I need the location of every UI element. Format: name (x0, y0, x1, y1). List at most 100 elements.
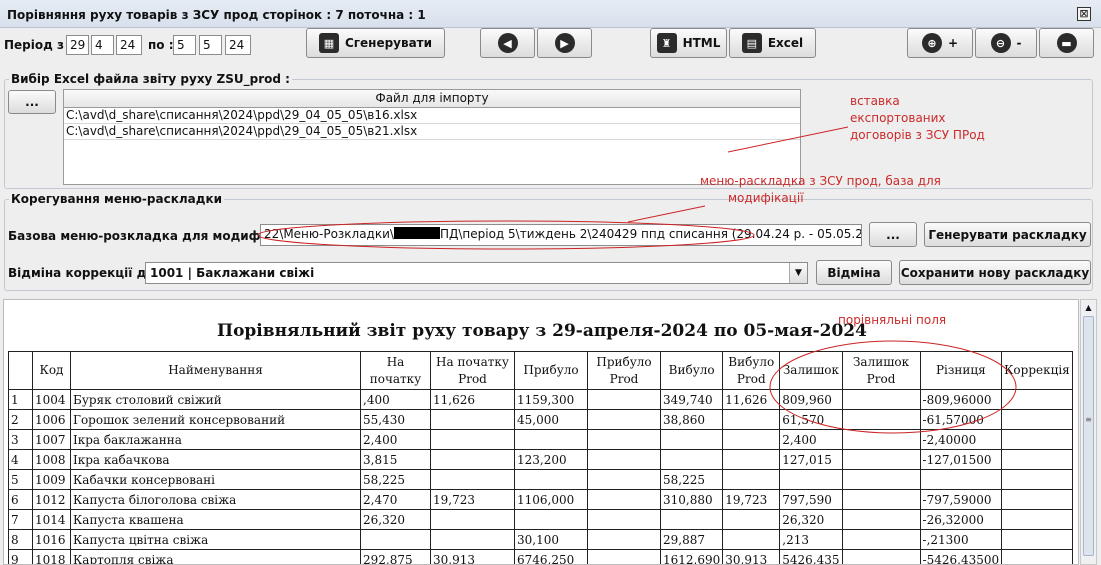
report-cell (722, 529, 781, 550)
report-column-header: Коррекція (1001, 351, 1073, 390)
title-bar: Порівняння руху товарів з ЗСУ прод сторі… (0, 0, 1101, 28)
report-cell: 1004 (32, 389, 71, 410)
redacted-block (393, 227, 440, 239)
period-to-month[interactable]: 5 (199, 35, 222, 55)
zoom-out-label: - (1016, 36, 1022, 50)
excel-icon: ▤ (741, 33, 762, 53)
report-row[interactable]: 7 1014 Капуста квашена 26,320 26,320 -26,3200… (8, 509, 1073, 530)
report-cell: -,21300 (919, 529, 1003, 550)
menu-note: меню-раскладка з ЗСУ прод, база для моди… (700, 173, 941, 207)
period-from-day[interactable]: 29 (66, 35, 89, 55)
zoom-in-icon: ⊕ (921, 33, 942, 53)
report-panel: Порівняльний звіт руху товару з 29-апрел… (3, 299, 1079, 565)
report-row[interactable]: 9 1018 Картопля свіжа 292,875 30,913 6746,250… (8, 549, 1073, 564)
report-cell: Буряк столовий свіжий (70, 389, 361, 410)
report-cell: 1 (8, 389, 33, 410)
report-cell: Картопля свіжа (70, 549, 361, 564)
report-cell (722, 409, 781, 430)
report-cell (841, 389, 921, 410)
report-cell (430, 409, 515, 430)
report-row[interactable]: 6 1012 Капуста білоголова свіжа 2,470 19,723… (8, 489, 1073, 510)
prev-page-button[interactable]: ◀ (480, 28, 535, 58)
report-cell (1001, 389, 1073, 410)
report-cell: ,400 (360, 389, 431, 410)
zoom-out-icon: ⊖ (990, 33, 1011, 53)
report-column-header: На початку (360, 351, 431, 390)
base-menu-path-field[interactable]: 22\Меню-Розкладки\ ПД\період 5\тиждень 2\… (260, 224, 862, 246)
cancel-correction-button[interactable]: Відміна (816, 260, 892, 285)
report-column-header: Залишок Prod (841, 351, 921, 390)
chevron-down-icon[interactable]: ▼ (789, 263, 807, 283)
report-cell (1001, 449, 1073, 470)
grip-icon: ≡ (1085, 415, 1092, 424)
period-from-month[interactable]: 4 (91, 35, 114, 55)
excel-export-button[interactable]: ▤ Excel (729, 28, 816, 58)
print-icon: ▬ (1056, 33, 1077, 53)
excel-browse-button[interactable]: ... (8, 90, 56, 114)
report-cell: 26,320 (360, 509, 431, 530)
html-export-button[interactable]: ♜ HTML (650, 28, 727, 58)
report-cell (430, 469, 515, 490)
report-cell: 58,225 (659, 469, 724, 490)
insert-note: вставка експортованих договорів з ЗСУ ПР… (850, 93, 985, 144)
report-row[interactable]: 4 1008 Ікра кабачкова 3,815 123,200 127,015 -1… (8, 449, 1073, 470)
zoom-in-button[interactable]: ⊕ + (907, 28, 973, 58)
report-cell: 1014 (32, 509, 71, 530)
report-cell: 1008 (32, 449, 71, 470)
report-cell: Ікра баклажанна (70, 429, 361, 450)
save-layout-button[interactable]: Сохранити нову раскладку (899, 260, 1091, 285)
next-page-button[interactable]: ▶ (537, 28, 592, 58)
report-cell (841, 409, 921, 430)
period-to-year[interactable]: 24 (225, 35, 251, 55)
period-to-day[interactable]: 5 (173, 35, 196, 55)
report-cell (587, 409, 661, 430)
report-column-header (8, 351, 33, 390)
insert-note-line: вставка (850, 94, 900, 108)
report-cell (1001, 549, 1073, 564)
report-cell: -127,01500 (919, 449, 1003, 470)
window-title: Порівняння руху товарів з ЗСУ прод сторі… (7, 8, 426, 22)
report-row[interactable]: 1 1004 Буряк столовий свіжий ,400 11,626 1159… (8, 389, 1073, 410)
html-label: HTML (682, 36, 721, 50)
report-cell: 123,200 (514, 449, 588, 470)
report-cell: 11,626 (430, 389, 515, 410)
report-cell: 9 (8, 549, 33, 564)
period-from-year[interactable]: 24 (116, 35, 142, 55)
scroll-up-icon[interactable]: ▲ (1081, 300, 1096, 316)
correction-select[interactable]: 1001 | Баклажани свіжі ▼ (145, 262, 808, 284)
period-from-label: Період з : (4, 38, 73, 52)
import-file-row[interactable]: C:\avd\d_share\списання\2024\ppd\29_04_0… (64, 124, 800, 140)
print-button[interactable]: ▬ (1039, 28, 1094, 58)
report-row[interactable]: 8 1016 Капуста цвітна свіжа 30,100 29,887 ,21… (8, 529, 1073, 550)
base-path-suffix: ПД\період 5\тиждень 2\240429 ппд списанн… (439, 227, 861, 241)
import-file-row[interactable]: C:\avd\d_share\списання\2024\ppd\29_04_0… (64, 108, 800, 124)
zoom-out-button[interactable]: ⊖ - (975, 28, 1037, 58)
html-icon: ♜ (656, 33, 677, 53)
report-table: Код Найменування На початку На початку Prod… (8, 351, 1073, 564)
report-cell: -809,96000 (919, 389, 1003, 410)
import-table-header: Файл для імпорту (64, 90, 800, 108)
base-menu-browse-button[interactable]: ... (869, 222, 917, 247)
report-row[interactable]: 3 1007 Ікра баклажанна 2,400 2,400 -2,40000 (8, 429, 1073, 450)
report-row[interactable]: 2 1006 Горошок зелений консервований 55,430… (8, 409, 1073, 430)
report-cell (587, 529, 661, 550)
report-cell (1001, 409, 1073, 430)
excel-label: Excel (767, 36, 804, 50)
report-cell: 11,626 (722, 389, 781, 410)
report-cell (722, 509, 781, 530)
report-cell: 55,430 (360, 409, 431, 430)
menu-note-line: меню-раскладка з ЗСУ прод, база для (700, 174, 941, 188)
generate-button[interactable]: ▦ Сгенерувати (306, 28, 445, 58)
report-cell (841, 529, 921, 550)
scroll-thumb[interactable] (1083, 316, 1094, 556)
report-cell: 38,860 (659, 409, 724, 430)
report-cell: 4 (8, 449, 33, 470)
report-row[interactable]: 5 1009 Кабачки консервовані 58,225 58,225 (8, 469, 1073, 490)
report-column-header: Прибуло (514, 351, 588, 390)
generate-layout-button[interactable]: Генерувати раскладку (924, 222, 1091, 247)
report-cell: 1106,000 (514, 489, 588, 510)
report-scrollbar[interactable]: ▲ ≡ (1080, 299, 1097, 565)
period-to-label: по : (148, 38, 174, 52)
report-cell: 5 (8, 469, 33, 490)
close-icon[interactable]: ⊠ (1077, 7, 1091, 21)
